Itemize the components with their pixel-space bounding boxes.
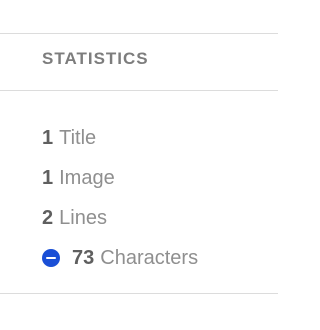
minus-circle-icon[interactable] — [42, 249, 60, 267]
stat-titles: 1 Title — [42, 118, 198, 158]
top-divider — [0, 33, 278, 34]
stat-count: 73 — [72, 246, 95, 269]
stat-count: 1 — [42, 166, 54, 189]
statistics-list: 1 Title 1 Image 2 Lines 73 Characters — [42, 118, 198, 278]
stat-label: Image — [59, 166, 115, 189]
stat-lines: 2 Lines — [42, 198, 198, 238]
bottom-divider — [0, 293, 278, 294]
header-divider — [0, 90, 278, 91]
stat-images: 1 Image — [42, 158, 198, 198]
stat-characters[interactable]: 73 Characters — [42, 238, 198, 278]
stat-count: 1 — [42, 126, 54, 149]
stat-count: 2 — [42, 206, 54, 229]
statistics-header: STATISTICS — [42, 49, 149, 68]
stat-label: Lines — [59, 206, 107, 229]
stat-label: Characters — [100, 246, 199, 269]
stat-label: Title — [59, 126, 97, 149]
